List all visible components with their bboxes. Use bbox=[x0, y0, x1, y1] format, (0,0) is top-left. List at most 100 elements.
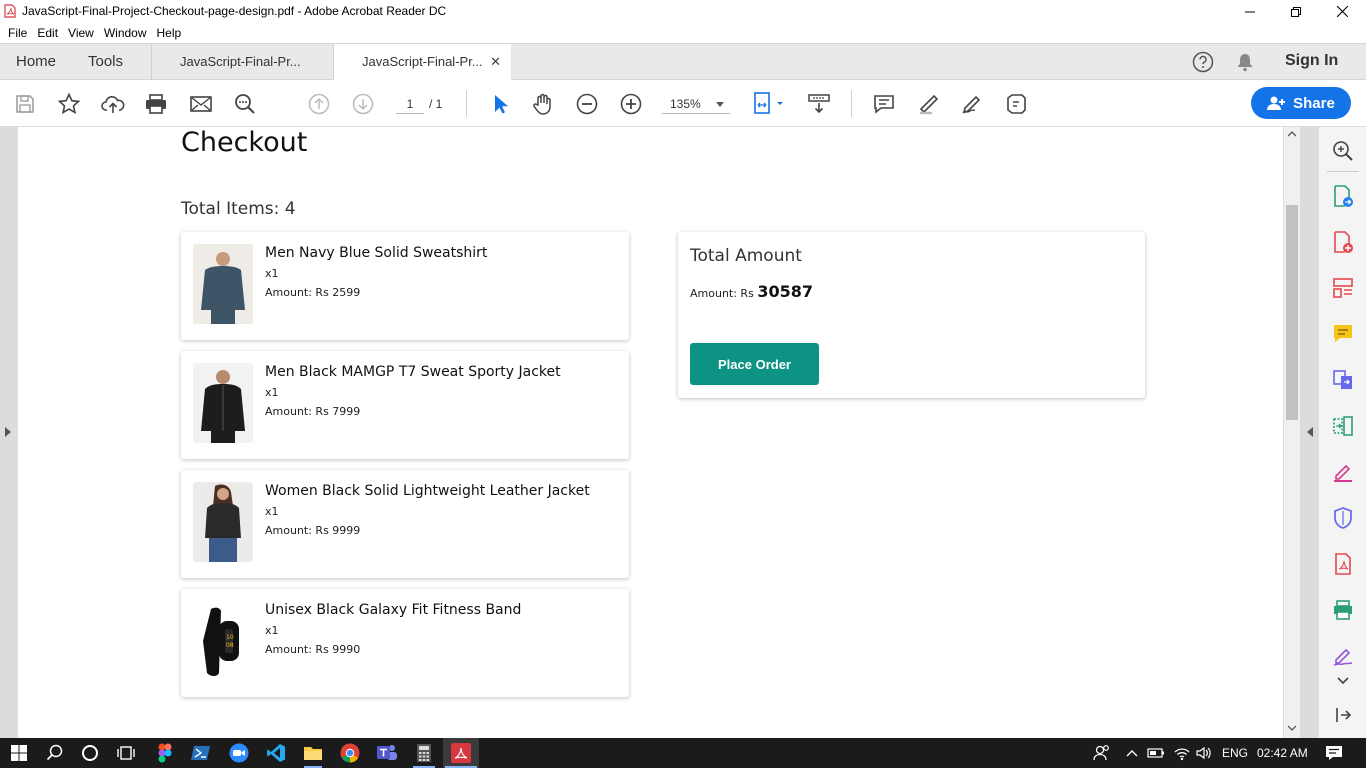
create-pdf-icon[interactable] bbox=[1331, 230, 1355, 254]
vscode-icon[interactable] bbox=[265, 742, 287, 764]
file-explorer-icon[interactable] bbox=[302, 742, 324, 764]
summary-title: Total Amount bbox=[690, 246, 802, 266]
organize-pages-icon[interactable] bbox=[1331, 414, 1355, 438]
windows-taskbar: ENG 02:42 AM bbox=[0, 738, 1366, 768]
scroll-down-icon[interactable] bbox=[1288, 725, 1296, 731]
zoom-in-icon[interactable] bbox=[618, 91, 644, 117]
page-fit-icon[interactable] bbox=[752, 91, 788, 117]
product-amount: Amount: Rs 9990 bbox=[265, 643, 361, 656]
product-name: Men Navy Blue Solid Sweatshirt bbox=[265, 245, 488, 261]
right-panel-toggle-icon[interactable] bbox=[1307, 427, 1313, 437]
search-zoom-icon[interactable] bbox=[1331, 139, 1355, 163]
product-quantity: x1 bbox=[265, 386, 279, 399]
collapse-panel-icon[interactable] bbox=[1331, 703, 1355, 727]
menu-file[interactable]: File bbox=[0, 23, 35, 43]
vertical-scrollbar[interactable] bbox=[1284, 127, 1300, 738]
search-icon[interactable] bbox=[44, 742, 66, 764]
sign-in-link[interactable]: Sign In bbox=[1285, 52, 1338, 70]
figma-icon[interactable] bbox=[154, 742, 176, 764]
scroll-up-icon[interactable] bbox=[1288, 131, 1296, 137]
acrobat-document-icon[interactable] bbox=[1331, 552, 1355, 576]
calculator-icon[interactable] bbox=[413, 742, 435, 764]
acrobat-reader-icon[interactable] bbox=[450, 742, 472, 764]
star-icon[interactable] bbox=[56, 91, 82, 117]
clock[interactable]: 02:42 AM bbox=[1257, 746, 1308, 760]
toolbar: 1 / 1 135% bbox=[0, 80, 1366, 127]
combine-files-icon[interactable] bbox=[1331, 368, 1355, 392]
hand-tool-icon[interactable] bbox=[530, 91, 556, 117]
chevron-up-icon[interactable] bbox=[1121, 742, 1143, 764]
print-production-icon[interactable] bbox=[1331, 598, 1355, 622]
zoom-level-value: 135% bbox=[670, 97, 701, 111]
product-quantity: x1 bbox=[265, 267, 279, 280]
export-pdf-icon[interactable] bbox=[1331, 184, 1355, 208]
volume-icon[interactable] bbox=[1193, 742, 1215, 764]
menu-help[interactable]: Help bbox=[155, 23, 190, 43]
sign-icon[interactable] bbox=[959, 91, 985, 117]
highlight-icon[interactable] bbox=[915, 91, 941, 117]
tab-tools[interactable]: Tools bbox=[88, 44, 123, 80]
tab-home[interactable]: Home bbox=[16, 44, 56, 80]
product-image bbox=[193, 244, 253, 324]
cortana-icon[interactable] bbox=[79, 742, 101, 764]
share-label: Share bbox=[1293, 94, 1335, 112]
chevron-down-icon[interactable] bbox=[1331, 668, 1355, 692]
windows-start-icon[interactable] bbox=[8, 742, 30, 764]
restore-button[interactable] bbox=[1273, 0, 1319, 23]
page-up-icon[interactable] bbox=[306, 91, 332, 117]
scrollbar-thumb[interactable] bbox=[1286, 205, 1298, 420]
minimize-button[interactable] bbox=[1227, 0, 1273, 23]
close-window-button[interactable] bbox=[1319, 0, 1365, 23]
find-icon[interactable] bbox=[232, 91, 258, 117]
share-button[interactable]: Share bbox=[1251, 87, 1351, 119]
product-quantity: x1 bbox=[265, 624, 279, 637]
teams-icon[interactable] bbox=[376, 742, 398, 764]
sidebar-divider bbox=[1327, 171, 1359, 172]
product-amount: Amount: Rs 9999 bbox=[265, 524, 361, 537]
add-user-icon bbox=[1267, 96, 1286, 110]
notification-center-icon[interactable] bbox=[1323, 742, 1345, 764]
zoom-level-select[interactable]: 135% bbox=[662, 94, 730, 114]
tab-document-2[interactable]: JavaScript-Final-Pr... ✕ bbox=[333, 44, 511, 81]
product-image bbox=[193, 482, 253, 562]
place-order-button[interactable]: Place Order bbox=[690, 343, 819, 385]
product-amount: Amount: Rs 2599 bbox=[265, 286, 361, 299]
chrome-icon[interactable] bbox=[339, 742, 361, 764]
select-tool-icon[interactable] bbox=[487, 91, 513, 117]
tab-document-1[interactable]: JavaScript-Final-Pr... bbox=[151, 44, 333, 80]
zoom-app-icon[interactable] bbox=[228, 742, 250, 764]
comment-icon[interactable] bbox=[871, 91, 897, 117]
wifi-icon[interactable] bbox=[1171, 742, 1193, 764]
left-panel-toggle-icon[interactable] bbox=[5, 427, 11, 437]
print-icon[interactable] bbox=[143, 91, 169, 117]
notifications-bell-icon[interactable] bbox=[1235, 52, 1255, 72]
task-view-icon[interactable] bbox=[115, 742, 137, 764]
summary-amount: Amount: Rs 30587 bbox=[690, 282, 813, 301]
powershell-icon[interactable] bbox=[190, 742, 212, 764]
edit-pdf-icon[interactable] bbox=[1331, 276, 1355, 300]
request-signature-icon[interactable] bbox=[1331, 644, 1355, 668]
read-mode-icon[interactable] bbox=[806, 91, 832, 117]
page-number-input[interactable]: 1 bbox=[396, 94, 424, 114]
zoom-out-icon[interactable] bbox=[574, 91, 600, 117]
chevron-down-icon bbox=[716, 102, 724, 107]
save-icon[interactable] bbox=[12, 91, 38, 117]
menu-edit[interactable]: Edit bbox=[35, 23, 66, 43]
fill-sign-icon[interactable] bbox=[1331, 460, 1355, 484]
menu-view[interactable]: View bbox=[66, 23, 102, 43]
upload-icon[interactable] bbox=[100, 91, 126, 117]
document-viewer[interactable]: Checkout Total Items: 4 Men Navy Blue So… bbox=[0, 127, 1318, 738]
title-bar: JavaScript-Final-Project-Checkout-page-d… bbox=[0, 0, 1366, 23]
page-down-icon[interactable] bbox=[350, 91, 376, 117]
menu-window[interactable]: Window bbox=[102, 23, 155, 43]
language-indicator[interactable]: ENG bbox=[1222, 746, 1248, 760]
tab-close-icon[interactable]: ✕ bbox=[490, 44, 501, 80]
page-title: Checkout bbox=[181, 127, 308, 158]
mail-icon[interactable] bbox=[188, 91, 214, 117]
page-total-label: / 1 bbox=[429, 97, 443, 111]
protect-shield-icon[interactable] bbox=[1331, 506, 1355, 530]
help-icon[interactable] bbox=[1192, 51, 1214, 73]
comment-tool-icon[interactable] bbox=[1331, 322, 1355, 346]
more-tools-icon[interactable] bbox=[1003, 91, 1029, 117]
people-icon[interactable] bbox=[1091, 742, 1113, 764]
